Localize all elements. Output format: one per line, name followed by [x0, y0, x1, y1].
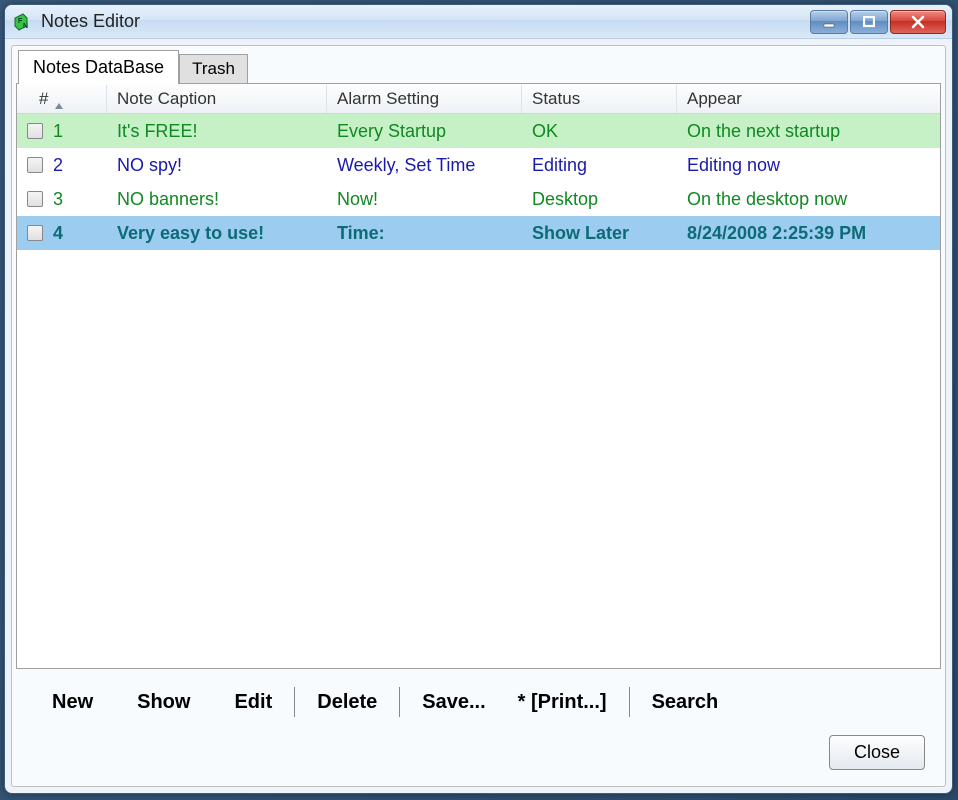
- tb-print[interactable]: * [Print...]: [508, 691, 629, 714]
- row-checkbox[interactable]: [27, 191, 43, 207]
- row-appear: On the next startup: [677, 118, 940, 145]
- table-body: 1 It's FREE!Every StartupOKOn the next st…: [17, 114, 940, 250]
- col-appear-header[interactable]: Appear: [677, 85, 940, 113]
- row-status: OK: [522, 118, 677, 145]
- tb-new[interactable]: New: [30, 691, 115, 714]
- main-window: F N Notes Editor Notes DataBase Trash: [4, 4, 953, 794]
- row-index: 1: [53, 121, 63, 142]
- row-status: Desktop: [522, 186, 677, 213]
- col-alarm-header[interactable]: Alarm Setting: [327, 85, 522, 113]
- tb-edit[interactable]: Edit: [212, 691, 294, 714]
- tab-notes-database[interactable]: Notes DataBase: [18, 50, 179, 84]
- table-row[interactable]: 4 Very easy to use!Time:Show Later8/24/20…: [17, 216, 940, 250]
- maximize-button[interactable]: [850, 10, 888, 34]
- tab-content: # Note Caption Alarm Setting Status Appe…: [16, 83, 941, 669]
- tb-show[interactable]: Show: [115, 691, 212, 714]
- tab-strip: Notes DataBase Trash: [16, 50, 941, 84]
- row-status: Show Later: [522, 220, 677, 247]
- close-button[interactable]: Close: [829, 735, 925, 770]
- row-alarm: Now!: [327, 186, 522, 213]
- row-index: 2: [53, 155, 63, 176]
- tb-search[interactable]: Search: [630, 691, 741, 714]
- col-status-header[interactable]: Status: [522, 85, 677, 113]
- table-header: # Note Caption Alarm Setting Status Appe…: [17, 84, 940, 114]
- client-area: Notes DataBase Trash # Note Caption Alar…: [11, 45, 946, 787]
- row-checkbox[interactable]: [27, 157, 43, 173]
- row-appear: 8/24/2008 2:25:39 PM: [677, 220, 940, 247]
- row-caption: Very easy to use!: [107, 220, 327, 247]
- row-checkbox[interactable]: [27, 225, 43, 241]
- row-index: 3: [53, 189, 63, 210]
- col-caption-header[interactable]: Note Caption: [107, 85, 327, 113]
- tb-delete[interactable]: Delete: [295, 691, 399, 714]
- window-close-button[interactable]: [890, 10, 946, 34]
- tb-save[interactable]: Save...: [400, 691, 507, 714]
- row-checkbox[interactable]: [27, 123, 43, 139]
- row-index: 4: [53, 223, 63, 244]
- row-caption: It's FREE!: [107, 118, 327, 145]
- col-index-label: #: [39, 89, 48, 109]
- row-alarm: Every Startup: [327, 118, 522, 145]
- row-alarm: Time:: [327, 220, 522, 247]
- row-caption: NO banners!: [107, 186, 327, 213]
- row-caption: NO spy!: [107, 152, 327, 179]
- col-index-header[interactable]: #: [17, 85, 107, 113]
- minimize-button[interactable]: [810, 10, 848, 34]
- table-row[interactable]: 1 It's FREE!Every StartupOKOn the next st…: [17, 114, 940, 148]
- table-row[interactable]: 3 NO banners!Now!DesktopOn the desktop no…: [17, 182, 940, 216]
- sort-asc-icon: [54, 95, 62, 103]
- row-appear: On the desktop now: [677, 186, 940, 213]
- toolbar: New Show Edit Delete Save... * [Print...…: [16, 669, 941, 727]
- window-title: Notes Editor: [41, 11, 808, 32]
- table-row[interactable]: 2 NO spy!Weekly, Set TimeEditingEditing n…: [17, 148, 940, 182]
- svg-text:N: N: [23, 23, 28, 30]
- tab-trash[interactable]: Trash: [179, 54, 248, 84]
- titlebar[interactable]: F N Notes Editor: [5, 5, 952, 39]
- row-status: Editing: [522, 152, 677, 179]
- row-alarm: Weekly, Set Time: [327, 152, 522, 179]
- row-appear: Editing now: [677, 152, 940, 179]
- app-icon: F N: [13, 12, 33, 32]
